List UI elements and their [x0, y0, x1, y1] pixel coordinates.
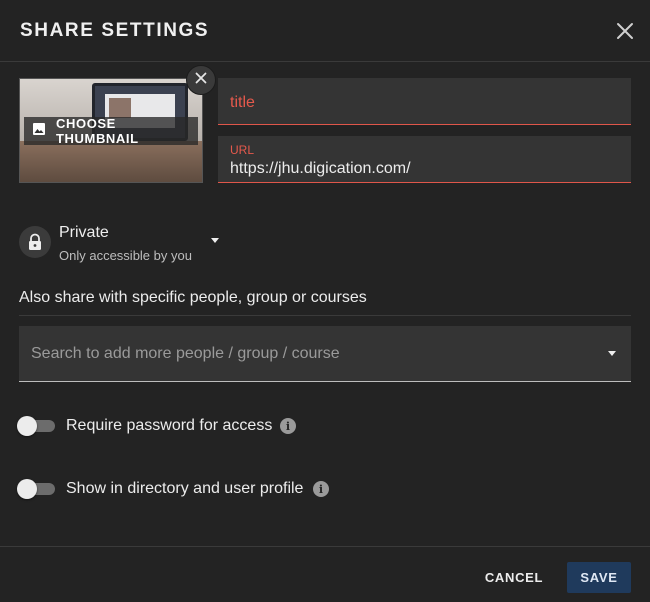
info-icon[interactable]: i	[280, 418, 296, 434]
share-settings-dialog: SHARE SETTINGS CHOOSE THUMBNAIL title UR…	[0, 0, 650, 602]
share-section-label: Also share with specific people, group o…	[19, 289, 367, 306]
title-placeholder: title	[230, 94, 255, 111]
save-button[interactable]: SAVE	[567, 562, 631, 593]
chevron-down-icon[interactable]	[608, 351, 616, 356]
privacy-dropdown-caret-icon[interactable]	[211, 238, 219, 243]
url-value: https://jhu.digication.com/	[230, 160, 411, 177]
image-icon	[32, 122, 46, 141]
choose-thumbnail-button[interactable]: CHOOSE THUMBNAIL	[24, 116, 198, 146]
share-search-input[interactable]: Search to add more people / group / cour…	[19, 326, 631, 382]
remove-thumbnail-button[interactable]	[186, 65, 216, 95]
require-password-label: Require password for access	[66, 417, 273, 434]
privacy-title[interactable]: Private	[59, 224, 109, 242]
show-in-directory-label: Show in directory and user profile	[66, 480, 304, 497]
search-placeholder: Search to add more people / group / cour…	[31, 345, 340, 362]
require-password-toggle[interactable]	[17, 414, 55, 438]
info-icon[interactable]: i	[313, 481, 329, 497]
cancel-button[interactable]: CANCEL	[476, 562, 552, 593]
title-field[interactable]: title	[218, 78, 631, 125]
lock-icon	[19, 226, 51, 258]
divider	[19, 315, 631, 316]
show-in-directory-toggle[interactable]	[17, 477, 55, 501]
thumbnail-preview[interactable]: CHOOSE THUMBNAIL	[19, 78, 203, 183]
url-field[interactable]: URL https://jhu.digication.com/	[218, 136, 631, 183]
close-icon[interactable]	[612, 18, 638, 44]
url-label: URL	[230, 143, 255, 157]
choose-thumbnail-label: CHOOSE THUMBNAIL	[56, 116, 139, 146]
dialog-header: SHARE SETTINGS	[0, 0, 650, 62]
footer-divider	[0, 546, 650, 547]
close-icon	[194, 71, 208, 90]
privacy-subtitle: Only accessible by you	[59, 248, 192, 263]
dialog-title: SHARE SETTINGS	[20, 20, 210, 41]
